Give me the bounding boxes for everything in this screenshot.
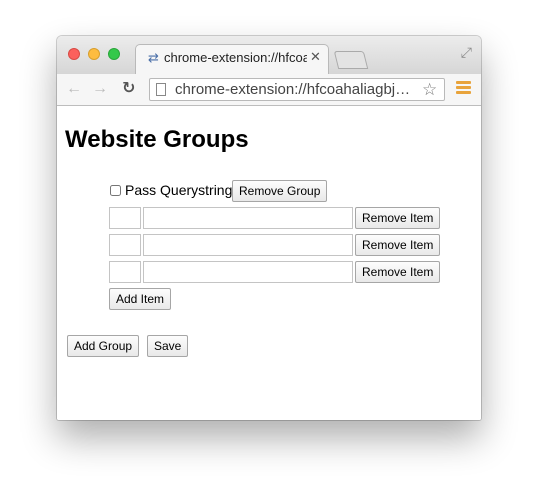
reload-icon[interactable]: ↻ [122,80,135,98]
back-arrow-icon[interactable]: ← [66,80,82,98]
page-title: Website Groups [65,126,249,153]
title-bar: ⇄ chrome-extension://hfcoahaliag ✕ ⤢ [57,36,481,74]
minimize-window-button[interactable] [88,48,100,60]
url-text[interactable]: chrome-extension://hfcoahaliagbjeiiemjbg… [175,81,415,99]
forward-arrow-icon[interactable]: → [92,80,108,98]
browser-window: ⇄ chrome-extension://hfcoahaliag ✕ ⤢ ← →… [57,36,481,420]
item-value-input[interactable] [143,234,353,256]
add-group-button[interactable]: Add Group [67,335,140,357]
chrome-menu-icon[interactable] [456,81,471,97]
item-value-input[interactable] [143,261,353,283]
remove-item-button[interactable]: Remove Item [355,234,441,256]
browser-tab[interactable]: ⇄ chrome-extension://hfcoahaliag ✕ [135,44,329,74]
tab-title: chrome-extension://hfcoahaliag [164,50,307,65]
browser-toolbar: ← → ↻ chrome-extension://hfcoahaliagbjei… [57,74,481,106]
item-key-input[interactable] [109,261,141,283]
pass-querystring-checkbox[interactable] [110,185,121,196]
tab-close-icon[interactable]: ✕ [310,49,321,65]
pass-querystring-label: Pass Querystring [125,182,233,198]
address-bar[interactable]: chrome-extension://hfcoahaliagbjeiiemjbg… [149,78,445,101]
extension-swap-icon: ⇄ [148,50,159,65]
fullscreen-icon[interactable]: ⤢ [461,44,472,60]
item-key-input[interactable] [109,234,141,256]
page-icon [156,83,166,96]
item-value-input[interactable] [143,207,353,229]
remove-item-button[interactable]: Remove Item [355,261,441,283]
maximize-window-button[interactable] [108,48,120,60]
remove-group-button[interactable]: Remove Group [232,180,328,202]
bookmark-star-icon[interactable]: ☆ [422,80,437,99]
close-window-button[interactable] [68,48,80,60]
save-button[interactable]: Save [147,335,189,357]
page-content: Website Groups Pass Querystring Remove G… [57,106,481,420]
item-key-input[interactable] [109,207,141,229]
new-tab-button[interactable] [333,51,369,69]
remove-item-button[interactable]: Remove Item [355,207,441,229]
add-item-button[interactable]: Add Item [109,288,172,310]
